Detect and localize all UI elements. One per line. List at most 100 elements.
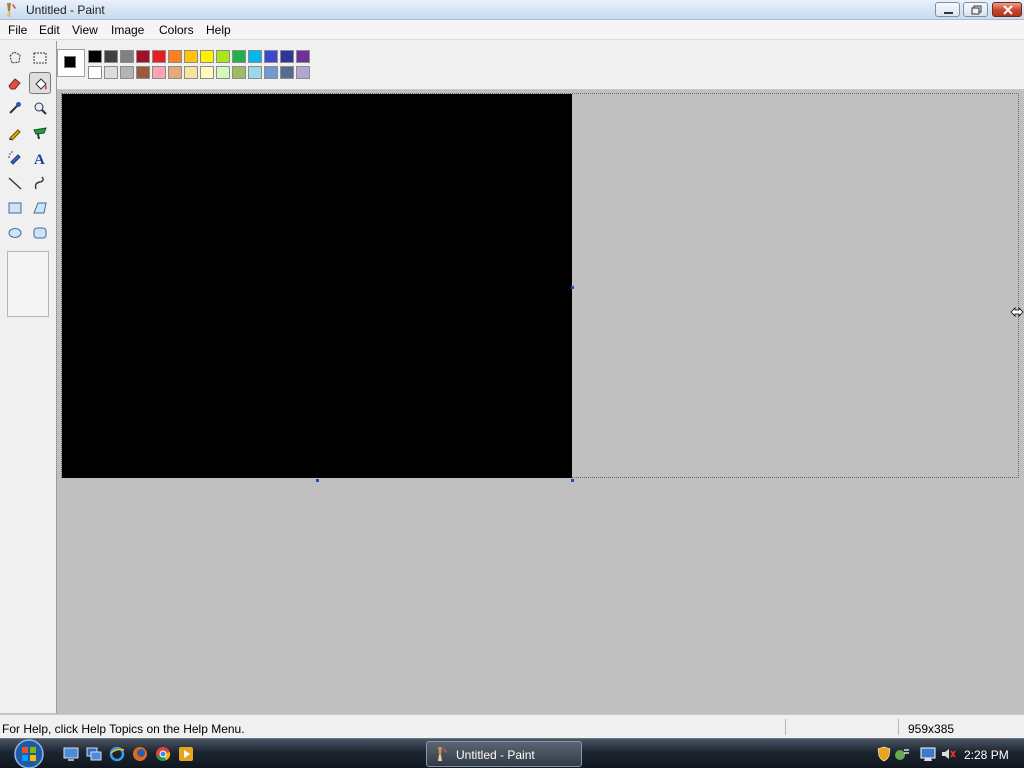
palette-swatch[interactable] bbox=[168, 50, 182, 63]
menu-image[interactable]: Image bbox=[111, 23, 144, 37]
palette-swatch[interactable] bbox=[248, 50, 262, 63]
status-help-text: For Help, click Help Topics on the Help … bbox=[2, 722, 245, 736]
tool-airbrush[interactable] bbox=[4, 147, 26, 169]
tool-box: A bbox=[0, 41, 57, 713]
taskbar-clock[interactable]: 2:28 PM bbox=[964, 748, 1009, 762]
system-tray: 2:28 PM bbox=[868, 741, 1024, 767]
workspace bbox=[57, 91, 1024, 713]
menu-colors[interactable]: Colors bbox=[159, 23, 194, 37]
palette-swatch[interactable] bbox=[88, 66, 102, 79]
status-bar: For Help, click Help Topics on the Help … bbox=[0, 714, 1024, 738]
palette-swatch[interactable] bbox=[104, 50, 118, 63]
palette-swatch[interactable] bbox=[168, 66, 182, 79]
resize-handle-right[interactable] bbox=[571, 286, 574, 289]
palette-swatch[interactable] bbox=[184, 66, 198, 79]
tool-pencil[interactable] bbox=[4, 122, 26, 144]
tool-pick-color[interactable] bbox=[4, 97, 26, 119]
menu-view[interactable]: View bbox=[72, 23, 98, 37]
tool-eraser[interactable] bbox=[4, 72, 26, 94]
color-box bbox=[0, 40, 1024, 90]
rounded-rectangle-icon bbox=[33, 227, 47, 239]
start-button-icon[interactable] bbox=[8, 739, 50, 768]
drawing-canvas[interactable] bbox=[62, 94, 572, 478]
palette-swatch[interactable] bbox=[136, 50, 150, 63]
tool-options-box[interactable] bbox=[7, 251, 49, 317]
tool-text[interactable]: A bbox=[29, 147, 51, 169]
resize-handle-corner[interactable] bbox=[571, 479, 574, 482]
line-icon bbox=[8, 177, 22, 190]
palette-swatch[interactable] bbox=[216, 66, 230, 79]
tool-rectangle[interactable] bbox=[4, 197, 26, 219]
palette-swatch[interactable] bbox=[200, 66, 214, 79]
network-status-icon[interactable] bbox=[894, 746, 910, 762]
pencil-icon bbox=[9, 129, 21, 141]
taskbar-button-paint[interactable]: Untitled - Paint bbox=[426, 741, 582, 767]
svg-text:A: A bbox=[34, 152, 45, 166]
chrome-icon[interactable] bbox=[155, 746, 171, 762]
media-player-icon[interactable] bbox=[178, 746, 194, 762]
menu-file[interactable]: File bbox=[8, 23, 27, 37]
palette-swatch[interactable] bbox=[216, 50, 230, 63]
palette-swatch[interactable] bbox=[232, 50, 246, 63]
tool-curve[interactable] bbox=[29, 172, 51, 194]
polygon-icon bbox=[33, 202, 47, 214]
palette-swatch[interactable] bbox=[152, 50, 166, 63]
tool-brush[interactable] bbox=[29, 122, 51, 144]
menu-help[interactable]: Help bbox=[206, 23, 231, 37]
pick-color-icon bbox=[9, 102, 21, 114]
restore-button[interactable] bbox=[963, 2, 988, 17]
eraser-icon bbox=[8, 78, 21, 90]
palette-swatch[interactable] bbox=[136, 66, 150, 79]
paint-app-icon[interactable] bbox=[4, 2, 20, 18]
tool-rounded-rectangle[interactable] bbox=[29, 222, 51, 244]
title-bar: Untitled - Paint bbox=[0, 0, 1024, 20]
magnifier-icon bbox=[34, 102, 47, 115]
palette-swatch[interactable] bbox=[264, 66, 278, 79]
tool-magnifier[interactable] bbox=[29, 97, 51, 119]
tool-polygon[interactable] bbox=[29, 197, 51, 219]
canvas-size-readout: 959x385 bbox=[908, 722, 955, 736]
rectangle-icon bbox=[8, 202, 22, 214]
tool-fill-with-color[interactable] bbox=[29, 72, 51, 94]
text-icon: A bbox=[34, 152, 45, 166]
switch-windows-icon[interactable] bbox=[86, 746, 102, 762]
select-icon bbox=[33, 52, 47, 64]
palette-swatch[interactable] bbox=[104, 66, 118, 79]
palette-swatch[interactable] bbox=[264, 50, 278, 63]
palette-swatch[interactable] bbox=[200, 50, 214, 63]
close-button[interactable] bbox=[992, 2, 1022, 17]
menu-edit[interactable]: Edit bbox=[39, 23, 60, 37]
palette-swatch[interactable] bbox=[296, 66, 310, 79]
palette-swatch[interactable] bbox=[280, 50, 294, 63]
airbrush-icon bbox=[8, 151, 21, 165]
minimize-button[interactable] bbox=[935, 2, 960, 17]
palette-swatch[interactable] bbox=[152, 66, 166, 79]
resize-handle-bottom[interactable] bbox=[316, 479, 319, 482]
tool-free-form-select[interactable] bbox=[4, 47, 26, 69]
window-title: Untitled - Paint bbox=[26, 3, 105, 17]
status-divider bbox=[898, 719, 899, 735]
security-shield-icon[interactable] bbox=[876, 746, 892, 762]
palette-swatch[interactable] bbox=[88, 50, 102, 63]
palette-swatch[interactable] bbox=[232, 66, 246, 79]
display-icon[interactable] bbox=[920, 746, 936, 762]
tool-line[interactable] bbox=[4, 172, 26, 194]
firefox-icon[interactable] bbox=[132, 746, 148, 762]
tool-ellipse[interactable] bbox=[4, 222, 26, 244]
palette-swatch[interactable] bbox=[120, 66, 134, 79]
palette-swatch[interactable] bbox=[280, 66, 294, 79]
palette-swatch[interactable] bbox=[248, 66, 262, 79]
tool-select[interactable] bbox=[29, 47, 51, 69]
palette-swatch[interactable] bbox=[120, 50, 134, 63]
ellipse-icon bbox=[8, 228, 22, 238]
palette-swatch[interactable] bbox=[184, 50, 198, 63]
resize-cursor-icon bbox=[1010, 307, 1024, 317]
fill-with-color-icon bbox=[35, 78, 47, 90]
taskbar: Untitled - Paint 2:28 PM bbox=[0, 738, 1024, 768]
current-colors-indicator[interactable] bbox=[57, 49, 85, 77]
show-desktop-icon[interactable] bbox=[63, 746, 79, 762]
volume-muted-icon[interactable] bbox=[940, 746, 956, 762]
palette-swatch[interactable] bbox=[296, 50, 310, 63]
internet-explorer-icon[interactable] bbox=[109, 746, 125, 762]
paint-app-icon bbox=[438, 747, 447, 761]
